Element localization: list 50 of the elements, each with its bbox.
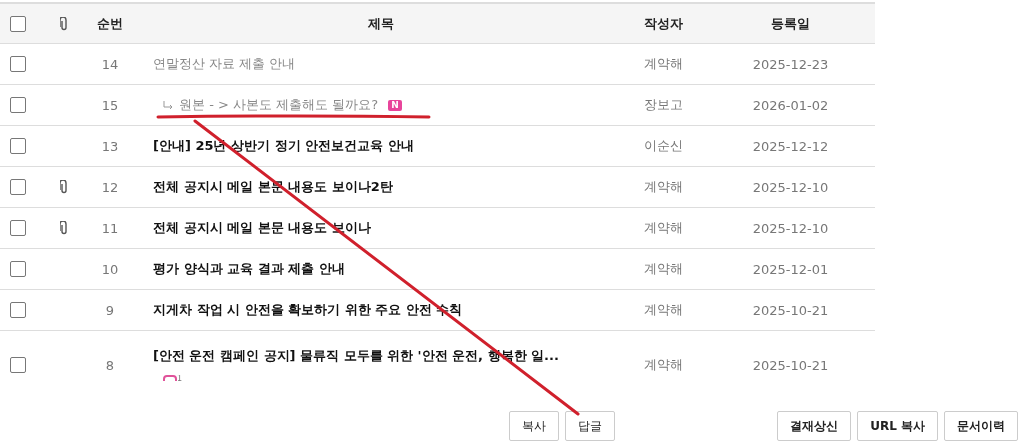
row-number: 15 — [101, 97, 119, 113]
post-title-link[interactable]: 원본 - > 사본도 제출해도 될까요? — [179, 96, 379, 114]
post-date: 2025-12-10 — [752, 179, 829, 195]
post-date: 2025-12-01 — [752, 261, 829, 277]
author-name: 계약해 — [643, 56, 683, 71]
row-number: 11 — [101, 220, 119, 236]
row-checkbox[interactable] — [10, 220, 26, 236]
action-button[interactable]: 답글 — [565, 411, 615, 441]
post-date: 2025-12-12 — [752, 138, 829, 154]
author-name: 계약해 — [643, 357, 683, 372]
post-date: 2025-12-23 — [752, 56, 829, 72]
column-header: 작성자 — [643, 15, 683, 31]
author-name: 계약해 — [643, 179, 683, 194]
row-checkbox[interactable] — [10, 302, 26, 318]
row-checkbox[interactable] — [10, 357, 26, 373]
row-number: 14 — [101, 56, 119, 72]
post-title-link[interactable]: 평가 양식과 교육 결과 제출 안내 — [153, 260, 345, 278]
paperclip-icon — [60, 16, 68, 31]
row-number: 8 — [105, 357, 115, 373]
comment-icon — [163, 374, 177, 381]
row-number: 9 — [105, 302, 115, 318]
author-name: 계약해 — [643, 220, 683, 235]
action-button[interactable]: 결재상신 — [777, 411, 852, 441]
action-button[interactable]: URL 복사 — [857, 411, 938, 441]
post-date: 2025-12-10 — [752, 220, 829, 236]
author-name: 이순신 — [643, 138, 683, 153]
row-checkbox[interactable] — [10, 138, 26, 154]
post-date: 2026-01-02 — [752, 97, 829, 113]
row-number: 13 — [101, 138, 119, 154]
new-badge: N — [388, 99, 402, 111]
row-checkbox[interactable] — [10, 179, 26, 195]
action-button[interactable]: 복사 — [509, 411, 559, 441]
post-title-link[interactable]: 연말정산 자료 제출 안내 — [153, 55, 296, 73]
column-header: 순번 — [97, 15, 123, 31]
post-date: 2025-10-21 — [752, 357, 829, 373]
row-number: 10 — [101, 261, 119, 277]
row-checkbox[interactable] — [10, 97, 26, 113]
post-date: 2025-10-21 — [752, 302, 829, 318]
post-title-link[interactable]: [안내] 25년 상반기 정기 안전보건교육 안내 — [153, 137, 414, 155]
select-all-checkbox[interactable] — [10, 15, 26, 32]
row-checkbox[interactable] — [10, 56, 26, 72]
author-name: 계약해 — [643, 302, 683, 317]
row-number: 12 — [101, 179, 119, 195]
author-name: 계약해 — [643, 261, 683, 276]
row-checkbox[interactable] — [10, 261, 26, 277]
author-name: 장보고 — [643, 97, 683, 112]
comment-count: 1 — [177, 374, 183, 383]
action-button[interactable]: 문서이력 — [944, 411, 1018, 441]
column-header: 제목 — [367, 15, 394, 31]
column-header: 등록일 — [771, 15, 810, 31]
